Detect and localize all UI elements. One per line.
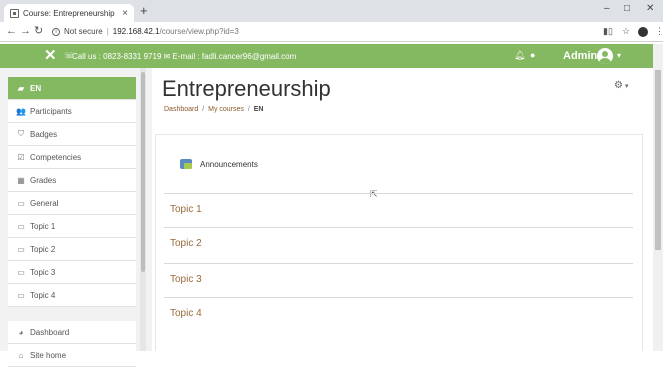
checkbox-icon: ☑ — [17, 152, 25, 162]
info-icon[interactable]: i — [52, 27, 60, 36]
nav-drawer: ▰ EN 👥 Participants ⛉ Badges ☑ Competenc… — [0, 68, 152, 367]
course-section-topic-3: Topic 3 — [164, 263, 633, 285]
url-path: /course/view.php?id=3 — [159, 27, 239, 36]
sidebar-item-label: Topic 3 — [30, 267, 56, 277]
folder-icon: ▭ — [17, 244, 25, 254]
tab-close-button[interactable]: × — [122, 8, 128, 19]
folder-icon: ▭ — [17, 290, 25, 300]
user-name[interactable]: Admin — [563, 50, 597, 62]
breadcrumb-dashboard-link[interactable]: Dashboard — [164, 106, 198, 113]
announcements-activity[interactable]: Announcements — [180, 159, 258, 169]
bookmark-star-icon[interactable]: ☆ — [622, 26, 630, 37]
forum-icon — [180, 159, 192, 169]
sidebar-item-participants[interactable]: 👥 Participants — [8, 100, 136, 123]
tab-title: Course: Entrepreneurship — [23, 8, 115, 18]
sidebar-item-label: Badges — [30, 129, 58, 139]
sidebar-item-label: Topic 2 — [30, 244, 56, 254]
shield-icon: ⛉ — [18, 129, 24, 138]
course-section-topic-2: Topic 2 — [164, 227, 633, 249]
user-menu-chevron-down-icon[interactable]: ▾ — [617, 51, 621, 60]
url-host: 192.168.42.1 — [112, 27, 160, 36]
sidebar-item-general[interactable]: ▭ General — [8, 192, 136, 215]
section-title[interactable]: Topic 4 — [170, 308, 202, 319]
sidebar-item-topic-4[interactable]: ▭ Topic 4 — [8, 284, 136, 307]
sidebar-item-label: Site home — [30, 350, 67, 360]
sidebar-item-label: EN — [30, 83, 42, 93]
sidebar-item-site-home[interactable]: ⌂ Site home — [8, 344, 136, 367]
section-title[interactable]: Topic 2 — [170, 238, 202, 249]
course-section-topic-4: Topic 4 — [164, 297, 633, 319]
new-tab-button[interactable]: + — [140, 4, 148, 18]
sidebar-item-topic-2[interactable]: ▭ Topic 2 — [8, 238, 136, 261]
browser-tab[interactable]: Course: Entrepreneurship × — [4, 4, 134, 22]
browser-menu-icon[interactable]: ⋮ — [655, 26, 663, 37]
sidebar-item-topic-3[interactable]: ▭ Topic 3 — [8, 261, 136, 284]
course-section-topic-1: Topic 1 — [164, 193, 633, 215]
folder-icon: ▭ — [17, 198, 25, 208]
page-title: Entrepreneurship — [162, 76, 331, 101]
sidebar-item-badges[interactable]: ⛉ Badges — [8, 123, 136, 146]
window-maximize-button[interactable]: □ — [624, 3, 630, 14]
folder-icon: ▭ — [17, 267, 25, 277]
sidebar-item-label: Grades — [30, 175, 57, 185]
sidebar-item-label: Competencies — [30, 152, 82, 162]
chevron-down-icon: ▾ — [624, 83, 629, 90]
breadcrumb-separator: / — [247, 106, 250, 113]
dashboard-icon: ◕ — [18, 327, 24, 337]
url-divider: | — [106, 27, 109, 36]
page-scrollbar[interactable] — [653, 44, 663, 351]
messages-icon[interactable]: ● — [530, 50, 535, 60]
window-minimize-button[interactable]: – — [604, 3, 610, 14]
sidebar-item-label: General — [30, 198, 59, 208]
address-bar: ← → ↻ i Not secure | 192.168.42.1 /cours… — [0, 22, 663, 42]
drawer-nav-list: ▰ EN 👥 Participants ⛉ Badges ☑ Competenc… — [8, 77, 136, 367]
profile-icon[interactable] — [638, 27, 648, 37]
contact-info: Call us : 0823-8331 9719 ✉ E-mail : fadl… — [72, 52, 297, 61]
drawer-section-gap — [8, 307, 136, 321]
drawer-scrollbar-thumb[interactable] — [141, 72, 145, 272]
forward-arrow-icon[interactable]: → — [20, 25, 31, 37]
section-title[interactable]: Topic 3 — [170, 274, 202, 285]
window-close-button[interactable]: ✕ — [646, 3, 654, 14]
sidebar-item-label: Topic 4 — [30, 290, 56, 300]
sidebar-item-label: Topic 1 — [30, 221, 56, 231]
notification-bell-icon[interactable]: 🔔︎ — [514, 50, 525, 61]
users-icon: 👥 — [16, 106, 26, 116]
breadcrumb-my-courses-link[interactable]: My courses — [208, 106, 244, 113]
breadcrumb: Dashboard / My courses / EN — [164, 106, 264, 113]
page-favicon-icon — [10, 8, 19, 18]
course-settings-menu[interactable]: ⚙ ▾ — [614, 80, 628, 91]
drawer-toggle-close-icon[interactable]: ✕ — [44, 48, 57, 63]
extension-icon[interactable]: ▮▯ — [603, 26, 613, 37]
sidebar-item-label: Dashboard — [30, 327, 70, 337]
sidebar-item-label: Participants — [30, 106, 72, 116]
home-icon: ⌂ — [18, 350, 24, 360]
graduation-cap-icon: ▰ — [17, 83, 25, 93]
reload-icon[interactable]: ↻ — [34, 25, 43, 37]
mouse-cursor-icon: ⇱ — [370, 189, 378, 199]
main-content: Entrepreneurship Dashboard / My courses … — [152, 68, 653, 351]
gear-icon: ⚙ — [614, 80, 623, 91]
user-avatar[interactable] — [597, 48, 613, 64]
security-label: Not secure — [64, 27, 103, 36]
page-scrollbar-thumb[interactable] — [655, 70, 661, 250]
site-navbar: ✕ ☏ Call us : 0823-8331 9719 ✉ E-mail : … — [0, 44, 653, 68]
browser-tab-strip: Course: Entrepreneurship × + – □ ✕ — [0, 0, 663, 22]
sidebar-item-topic-1[interactable]: ▭ Topic 1 — [8, 215, 136, 238]
course-content: Announcements ⇱ Topic 1 Topic 2 Topic 3 … — [155, 134, 643, 351]
back-arrow-icon[interactable]: ← — [6, 25, 17, 37]
breadcrumb-separator: / — [202, 106, 205, 113]
sidebar-item-dashboard[interactable]: ◕ Dashboard — [8, 321, 136, 344]
table-icon: ▦ — [17, 175, 25, 185]
breadcrumb-current[interactable]: EN — [254, 106, 264, 113]
section-title[interactable]: Topic 1 — [170, 204, 202, 215]
drawer-scrollbar[interactable] — [140, 68, 146, 351]
sidebar-item-competencies[interactable]: ☑ Competencies — [8, 146, 136, 169]
folder-icon: ▭ — [17, 221, 25, 231]
url-field[interactable]: i Not secure | 192.168.42.1 /course/view… — [52, 27, 239, 36]
sidebar-item-grades[interactable]: ▦ Grades — [8, 169, 136, 192]
announcements-link[interactable]: Announcements — [200, 160, 258, 169]
sidebar-item-course[interactable]: ▰ EN — [8, 77, 136, 100]
